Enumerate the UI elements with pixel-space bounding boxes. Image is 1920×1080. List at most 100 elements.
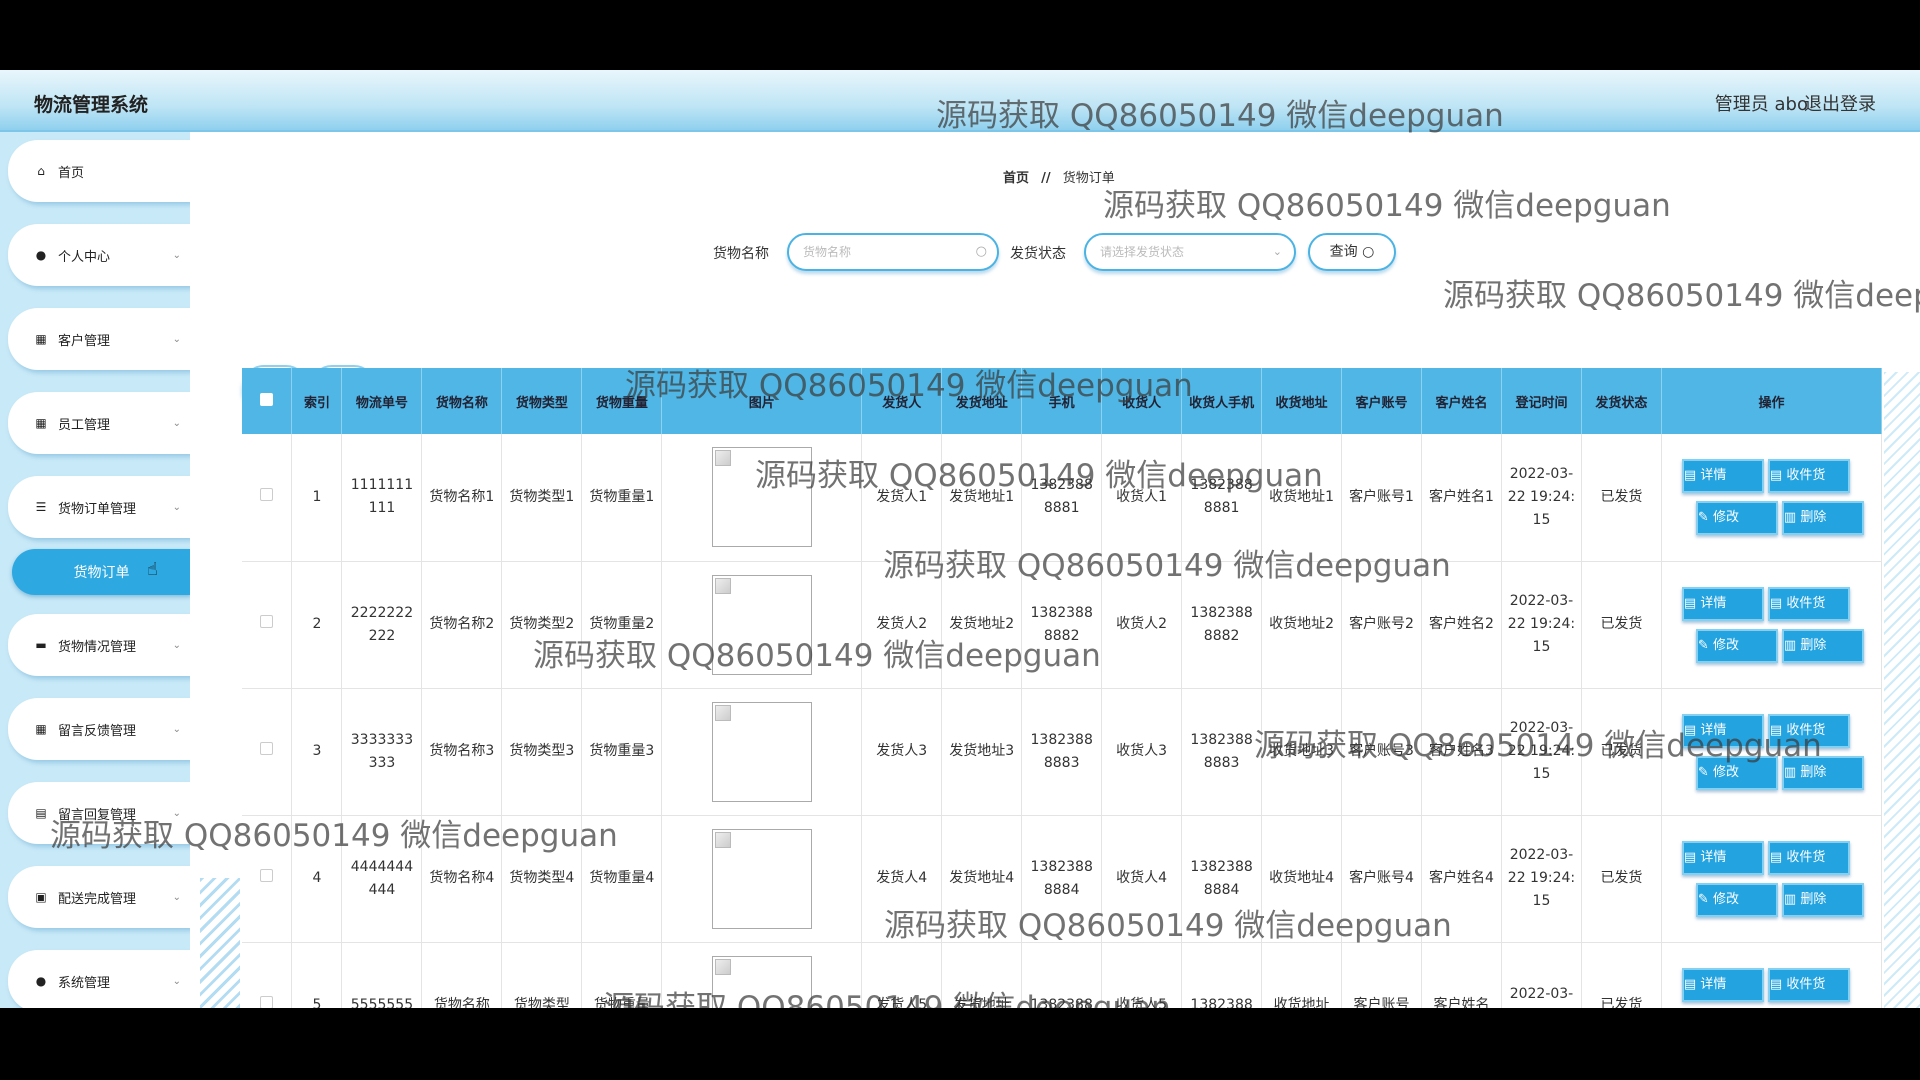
edit-icon: ✎ bbox=[1697, 510, 1709, 526]
row-checkbox[interactable] bbox=[260, 869, 274, 882]
chevron-down-icon: ⌄ bbox=[172, 891, 181, 903]
edit-button[interactable]: ✎ 修改 bbox=[1695, 628, 1778, 663]
row-checkbox[interactable] bbox=[260, 996, 274, 1008]
table-cell: 货物名称 bbox=[421, 942, 503, 1008]
receive-button[interactable]: ▤ 收件货 bbox=[1767, 840, 1850, 875]
broken-image-icon bbox=[711, 955, 812, 1008]
chevron-down-icon: ⌄ bbox=[172, 975, 181, 987]
search-name-input[interactable]: 货物名称 ○ bbox=[787, 233, 999, 271]
table-cell: 客户账号1 bbox=[1341, 434, 1423, 562]
table-cell: 13823888881 bbox=[1181, 434, 1263, 562]
current-user[interactable]: 管理员 abo bbox=[1715, 90, 1808, 116]
receive-button[interactable]: ▤ 收件货 bbox=[1767, 967, 1850, 1002]
table-cell: 发货人4 bbox=[861, 815, 943, 943]
row-checkbox[interactable] bbox=[260, 487, 274, 501]
table-cell: 货物重量2 bbox=[581, 561, 663, 689]
table-cell: 发货人3 bbox=[861, 688, 943, 816]
detail-button[interactable]: ▤ 详情 bbox=[1681, 967, 1764, 1002]
column-header: 物流单号 bbox=[341, 368, 423, 434]
status-select[interactable]: 请选择发货状态 ⌄ bbox=[1084, 233, 1296, 271]
table-cell: 客户姓名3 bbox=[1421, 688, 1502, 816]
column-header: 货物名称 bbox=[421, 368, 503, 434]
image-cell bbox=[661, 561, 863, 689]
table-cell: 货物重量3 bbox=[581, 688, 663, 816]
sidebar-item-home[interactable]: ⌂ 首页 bbox=[8, 140, 191, 202]
sidebar-item-delivery[interactable]: ▣ 配送完成管理 ⌄ bbox=[8, 866, 191, 928]
receive-button[interactable]: ▤ 收件货 bbox=[1767, 586, 1850, 621]
trash-icon: ▥ bbox=[1783, 764, 1797, 780]
column-header: 收货人 bbox=[1101, 368, 1183, 434]
table-cell: 13823888882 bbox=[1021, 561, 1103, 689]
detail-icon: ▤ bbox=[1683, 468, 1697, 484]
table-cell: 1382388 bbox=[1021, 942, 1103, 1008]
sidebar-item-cargo-status[interactable]: ▬ 货物情况管理 ⌄ bbox=[8, 614, 191, 676]
logout-link[interactable]: 退出登录 bbox=[1804, 90, 1876, 116]
detail-icon: ▤ bbox=[1683, 722, 1697, 738]
sidebar-item-staff[interactable]: ▦ 员工管理 ⌄ bbox=[8, 392, 191, 454]
edit-button[interactable]: ✎ 修改 bbox=[1695, 755, 1778, 790]
sidebar-item-orders[interactable]: ☰ 货物订单管理 ⌄ bbox=[8, 476, 191, 538]
column-header: 发货地址 bbox=[941, 368, 1023, 434]
sidebar-item-personal[interactable]: ● 个人中心 ⌄ bbox=[8, 224, 191, 286]
receive-button[interactable]: ▤ 收件货 bbox=[1767, 459, 1850, 494]
remove-button[interactable]: ▥ 删除 bbox=[1781, 882, 1864, 917]
column-header: 发货状态 bbox=[1581, 368, 1662, 434]
table-cell: 收货人4 bbox=[1101, 815, 1183, 943]
table-cell: 货物名称3 bbox=[421, 688, 503, 816]
sidebar-item-replies[interactable]: ▤ 留言回复管理 ⌄ bbox=[8, 782, 191, 844]
table-cell: 发货地址2 bbox=[941, 561, 1023, 689]
column-header: 客户账号 bbox=[1341, 368, 1423, 434]
column-header: 操作 bbox=[1661, 368, 1882, 434]
chevron-down-icon: ⌄ bbox=[172, 333, 181, 345]
sidebar-item-system[interactable]: ● 系统管理 ⌄ bbox=[8, 950, 191, 1008]
sidebar-item-customers[interactable]: ▦ 客户管理 ⌄ bbox=[8, 308, 191, 370]
table-cell: 客户账号 bbox=[1341, 942, 1423, 1008]
edit-button[interactable]: ✎ 修改 bbox=[1695, 882, 1778, 917]
column-header: 索引 bbox=[291, 368, 343, 434]
detail-button[interactable]: ▤ 详情 bbox=[1681, 586, 1764, 621]
row-checkbox[interactable] bbox=[260, 615, 274, 628]
operations-cell: ▤ 详情▤ 收件货✎ 修改▥ 删除 bbox=[1661, 942, 1882, 1008]
select-all-cell[interactable] bbox=[242, 368, 293, 434]
table-cell: 已发货 bbox=[1581, 942, 1662, 1008]
app-title: 物流管理系统 bbox=[34, 94, 149, 116]
table-cell: 2222222222 bbox=[341, 561, 423, 689]
remove-button[interactable]: ▥ 删除 bbox=[1781, 755, 1864, 790]
table-cell: 13823888881 bbox=[1021, 434, 1103, 562]
receive-button[interactable]: ▤ 收件货 bbox=[1767, 713, 1850, 748]
row-select-cell[interactable] bbox=[242, 434, 293, 562]
table-cell: 收货人5 bbox=[1101, 942, 1183, 1008]
letterbox-bottom bbox=[0, 1008, 1920, 1080]
table-row: 2 2222222222 货物名称2 货物类型2 货物重量2 发货人2 发货地址2 13823… bbox=[242, 561, 1882, 689]
receive-icon: ▤ bbox=[1769, 722, 1783, 738]
operations-cell: ▤ 详情▤ 收件货 ✎ 修改▥ 删除 bbox=[1661, 434, 1882, 562]
remove-button[interactable]: ▥ 删除 bbox=[1781, 501, 1864, 536]
table-cell: 货物名称4 bbox=[421, 815, 503, 943]
detail-button[interactable]: ▤ 详情 bbox=[1681, 459, 1764, 494]
row-select-cell[interactable] bbox=[242, 815, 293, 943]
select-all-checkbox[interactable] bbox=[260, 392, 274, 406]
table-cell: 发货地址4 bbox=[941, 815, 1023, 943]
row-checkbox[interactable] bbox=[260, 742, 274, 755]
image-cell bbox=[661, 815, 863, 943]
detail-button[interactable]: ▤ 详情 bbox=[1681, 840, 1764, 875]
operations-cell: ▤ 详情▤ 收件货 ✎ 修改▥ 删除 bbox=[1661, 561, 1882, 689]
operations-cell: ▤ 详情▤ 收件货 ✎ 修改▥ 删除 bbox=[1661, 688, 1882, 816]
trash-icon: ▥ bbox=[1783, 637, 1797, 653]
sidebar-item-feedback[interactable]: ▦ 留言反馈管理 ⌄ bbox=[8, 698, 191, 760]
chevron-down-icon: ⌄ bbox=[172, 417, 181, 429]
row-select-cell[interactable] bbox=[242, 688, 293, 816]
table-row: 4 4444444444 货物名称4 货物类型4 货物重量4 发货人4 发货地址4 13823… bbox=[242, 815, 1882, 943]
edit-button[interactable]: ✎ 修改 bbox=[1695, 501, 1778, 536]
query-button[interactable]: 查询 ○ bbox=[1308, 233, 1396, 271]
remove-button[interactable]: ▥ 删除 bbox=[1781, 628, 1864, 663]
row-select-cell[interactable] bbox=[242, 561, 293, 689]
table-cell: 5555555 bbox=[341, 942, 423, 1008]
column-header: 货物重量 bbox=[581, 368, 663, 434]
trash-icon: ▥ bbox=[1783, 510, 1797, 526]
list-icon: ☰ bbox=[35, 500, 47, 514]
row-select-cell[interactable] bbox=[242, 942, 293, 1008]
detail-button[interactable]: ▤ 详情 bbox=[1681, 713, 1764, 748]
breadcrumb-home[interactable]: 首页 bbox=[1003, 171, 1029, 186]
sidebar-subitem-orders[interactable]: 货物订单 ☝ bbox=[12, 549, 191, 595]
